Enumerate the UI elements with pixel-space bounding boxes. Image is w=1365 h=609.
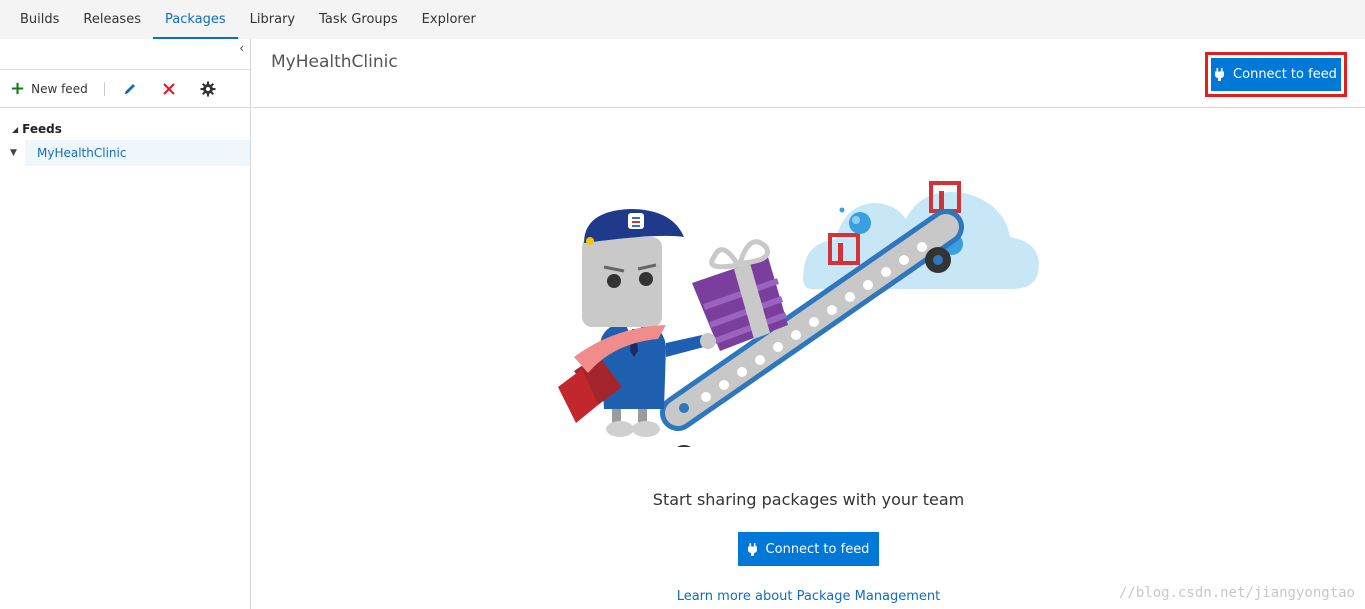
sidebar-collapse-row: ‹ <box>0 39 250 70</box>
feeds-sidebar: ‹ + New feed ◢ Feeds ▼ MyHealthClinic <box>0 39 251 609</box>
page-title: MyHealthClinic <box>271 52 398 72</box>
tab-library[interactable]: Library <box>238 0 307 39</box>
tab-packages[interactable]: Packages <box>152 0 238 39</box>
empty-state-message: Start sharing packages with your team <box>652 490 965 509</box>
annotation-highlight-box: Connect to feed <box>1205 52 1347 97</box>
package-delivery-illustration <box>558 181 1039 447</box>
tree-item-myhealthclinic[interactable]: ▼ MyHealthClinic <box>0 140 250 166</box>
watermark-text: //blog.csdn.net/jiangyongtao <box>1118 585 1355 601</box>
tab-task-groups[interactable]: Task Groups <box>307 0 410 39</box>
new-feed-button[interactable]: + New feed <box>10 77 88 99</box>
plug-icon <box>747 542 757 556</box>
connect-to-feed-button[interactable]: Connect to feed <box>1211 58 1341 91</box>
delete-x-icon[interactable] <box>158 78 180 100</box>
new-feed-label: New feed <box>31 81 88 96</box>
main-content: MyHealthClinic Connect to feed Start sha… <box>252 39 1365 609</box>
plus-icon: + <box>10 77 26 99</box>
main-header: MyHealthClinic Connect to feed <box>252 39 1365 108</box>
connect-to-feed-label: Connect to feed <box>1233 67 1337 82</box>
plug-icon <box>1215 68 1225 81</box>
empty-state-connect-label: Connect to feed <box>765 541 870 557</box>
tree-root-label: Feeds <box>22 122 62 136</box>
collapse-chevron-icon[interactable]: ‹ <box>239 41 244 55</box>
tab-builds[interactable]: Builds <box>8 0 71 39</box>
sidebar-toolbar: + New feed <box>0 70 250 108</box>
feeds-tree: ◢ Feeds ▼ MyHealthClinic <box>0 108 250 166</box>
pencil-icon[interactable] <box>119 78 141 100</box>
tab-explorer[interactable]: Explorer <box>410 0 488 39</box>
top-nav: Builds Releases Packages Library Task Gr… <box>0 0 1365 39</box>
tree-item-label: MyHealthClinic <box>37 146 127 160</box>
tab-releases[interactable]: Releases <box>71 0 153 39</box>
triangle-down-icon: ◢ <box>12 124 19 134</box>
expand-triangle-icon[interactable]: ▼ <box>10 148 17 158</box>
tree-root-feeds[interactable]: ◢ Feeds <box>0 118 250 140</box>
toolbar-separator <box>103 81 105 96</box>
empty-state-connect-button[interactable]: Connect to feed <box>738 532 879 566</box>
gear-icon[interactable] <box>197 78 219 100</box>
